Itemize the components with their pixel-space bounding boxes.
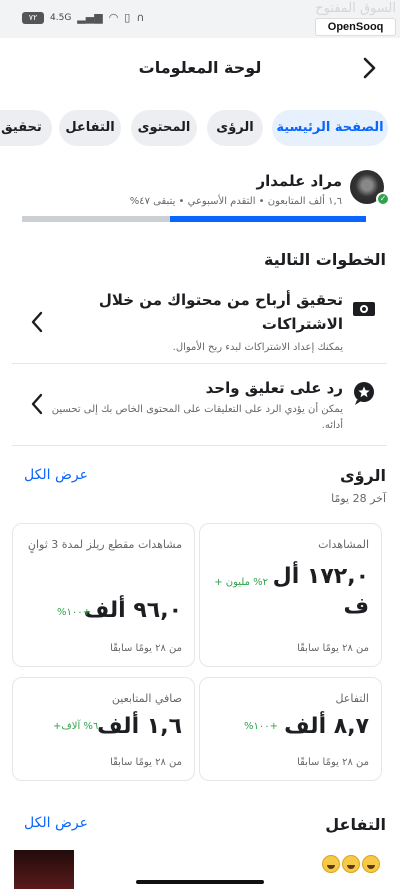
next-step-item[interactable]: رد على تعليق واحد يمكن أن يؤدي الرد على … xyxy=(12,366,387,446)
watermark: السوق المفتوح OpenSooq xyxy=(315,2,396,36)
engagement-title: التفاعل xyxy=(325,815,386,834)
profile-summary: ✓ مراد علمدار ١,٦ ألف المتابعون • التقدم… xyxy=(0,166,400,231)
card-footnote: من ٢٨ يومًا سابقًا xyxy=(297,643,369,654)
network-type: 4.5G xyxy=(50,12,72,23)
step-description: يمكن أن يؤدي الرد على التعليقات على المح… xyxy=(51,404,343,431)
weekly-progress-bar xyxy=(22,216,366,222)
card-label: مشاهدات مقطع ريلز لمدة 3 ثوانٍ xyxy=(27,538,182,551)
tab-content[interactable]: المحتوى xyxy=(131,110,197,146)
step-description: يمكنك إعداد الاشتراكات لبدء ربح الأموال. xyxy=(172,342,343,353)
insights-see-all-link[interactable]: عرض الكل xyxy=(24,467,88,483)
insights-title: الرؤى xyxy=(339,466,386,485)
tab-engagement[interactable]: التفاعل xyxy=(59,110,121,146)
insight-card-engagement[interactable]: التفاعل ٨,٧ ألف +١٠٠% من ٢٨ يومًا سابقًا xyxy=(199,677,382,781)
page-title: لوحة المعلومات xyxy=(138,58,262,77)
app-header: لوحة المعلومات xyxy=(0,52,400,86)
tab-bar: الصفحة الرئيسية الرؤى المحتوى التفاعل تح… xyxy=(0,110,400,148)
laughing-emoji-icon xyxy=(342,855,360,873)
tab-insights[interactable]: الرؤى xyxy=(207,110,263,146)
laughing-emoji-icon xyxy=(322,855,340,873)
card-value: ٨,٧ ألف xyxy=(284,714,369,739)
card-footnote: من ٢٨ يومًا سابقًا xyxy=(110,757,182,768)
card-value: ٩٦,٠ ألف xyxy=(83,598,182,623)
insights-subtitle: آخر 28 يومًا xyxy=(331,492,386,505)
insight-card-net-followers[interactable]: صافي المتابعين ١,٦ ألف ٦% آلاف+ من ٢٨ يو… xyxy=(12,677,195,781)
headphones-icon: ∩ xyxy=(136,11,145,24)
card-delta: +١٠٠% xyxy=(57,607,92,618)
wifi-icon: ◠ xyxy=(108,11,119,24)
home-indicator xyxy=(136,880,264,884)
profile-name[interactable]: مراد علمدار xyxy=(256,172,342,190)
card-label: المشاهدات xyxy=(318,538,369,551)
status-bar: ٧٢ 4.5G ▂▄▆ ◠ ▯ ∩ السوق المفتوح OpenSooq xyxy=(0,0,400,38)
tab-monetization[interactable]: تحقيق أ xyxy=(0,110,52,146)
profile-meta: ١,٦ ألف المتابعون • التقدم الأسبوعي • يت… xyxy=(129,196,342,207)
laughing-emoji-icon xyxy=(362,855,380,873)
weekly-progress-fill xyxy=(169,216,366,222)
card-value: ١٧٢,٠ أل ف xyxy=(272,564,369,619)
insight-card-reel-views[interactable]: مشاهدات مقطع ريلز لمدة 3 ثوانٍ ٩٦,٠ ألف … xyxy=(12,523,195,667)
next-step-item[interactable]: تحقيق أرباح من محتواك من خلال الاشتراكات… xyxy=(12,282,387,364)
card-delta: ٢% مليون + xyxy=(214,577,268,588)
post-thumbnail[interactable] xyxy=(14,850,74,889)
comment-star-icon xyxy=(354,382,374,405)
status-icons: ٧٢ 4.5G ▂▄▆ ◠ ▯ ∩ xyxy=(22,11,144,24)
card-footnote: من ٢٨ يومًا سابقًا xyxy=(297,757,369,768)
monetization-icon xyxy=(353,302,375,316)
watermark-arabic: السوق المفتوح xyxy=(315,1,396,16)
next-steps-title: الخطوات التالية xyxy=(263,250,386,269)
insight-card-views[interactable]: المشاهدات ١٧٢,٠ أل ف ٢% مليون + من ٢٨ يو… xyxy=(199,523,382,667)
tab-home[interactable]: الصفحة الرئيسية xyxy=(272,110,388,146)
card-delta: ٦% آلاف+ xyxy=(53,721,99,732)
step-title: رد على تعليق واحد xyxy=(205,379,343,397)
card-value: ١,٦ ألف xyxy=(97,714,182,739)
card-label: صافي المتابعين xyxy=(111,692,182,705)
back-chevron-icon[interactable] xyxy=(356,54,384,82)
chevron-left-icon xyxy=(31,311,43,333)
engagement-see-all-link[interactable]: عرض الكل xyxy=(24,815,88,831)
chevron-left-icon xyxy=(31,393,43,415)
verified-check-icon: ✓ xyxy=(376,192,390,206)
battery-icon: ٧٢ xyxy=(22,11,44,24)
watermark-logo: OpenSooq xyxy=(315,18,396,36)
card-delta: +١٠٠% xyxy=(244,721,279,732)
step-title: تحقيق أرباح من محتواك من خلال الاشتراكات xyxy=(98,291,343,333)
card-footnote: من ٢٨ يومًا سابقًا xyxy=(110,643,182,654)
vibrate-icon: ▯ xyxy=(124,11,131,24)
signal-icon: ▂▄▆ xyxy=(77,11,103,24)
card-label: التفاعل xyxy=(335,692,369,705)
